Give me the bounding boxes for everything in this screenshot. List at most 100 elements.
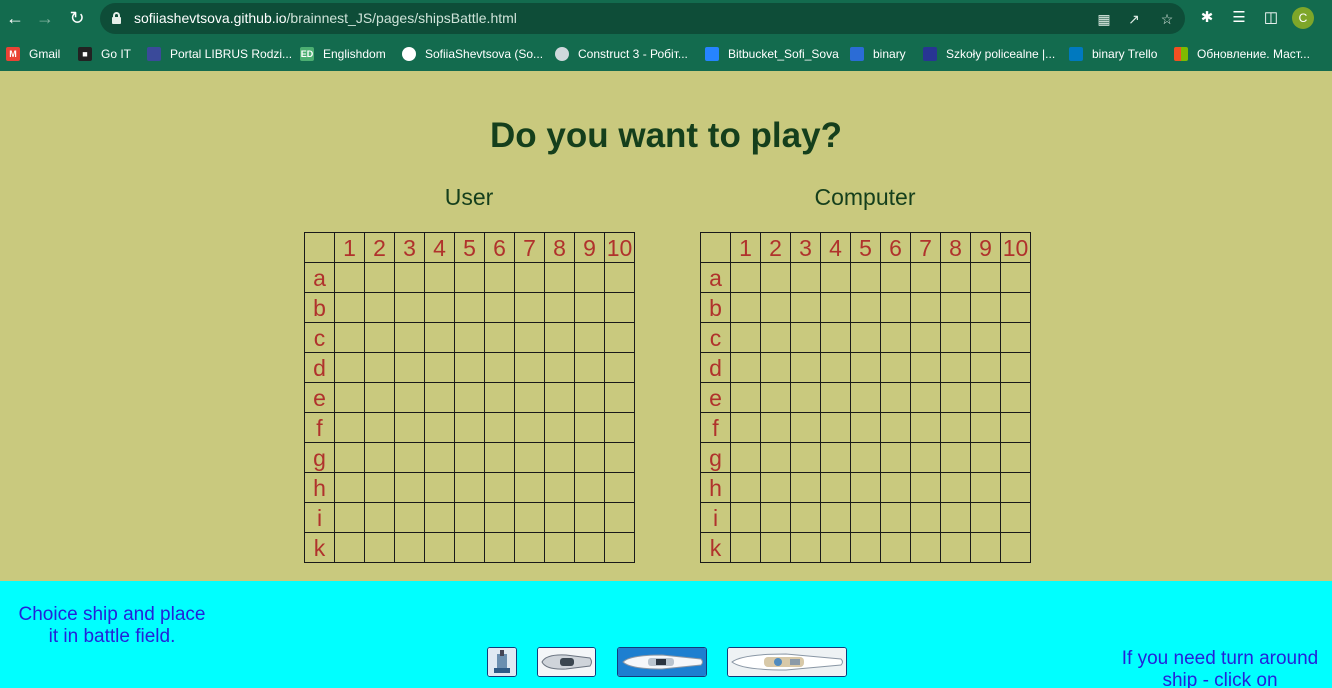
user-grid-cell[interactable] bbox=[364, 442, 395, 473]
computer-grid-cell[interactable] bbox=[970, 412, 1001, 443]
computer-grid-cell[interactable] bbox=[760, 472, 791, 503]
user-grid-cell[interactable] bbox=[454, 322, 485, 353]
computer-grid-cell[interactable] bbox=[760, 532, 791, 563]
user-grid-cell[interactable] bbox=[514, 412, 545, 443]
computer-grid-cell[interactable] bbox=[910, 292, 941, 323]
user-grid-cell[interactable] bbox=[514, 322, 545, 353]
user-grid-cell[interactable] bbox=[514, 502, 545, 533]
user-grid-cell[interactable] bbox=[604, 412, 635, 443]
user-grid-cell[interactable] bbox=[394, 322, 425, 353]
user-grid-cell[interactable] bbox=[394, 502, 425, 533]
bookmark-librus[interactable]: Portal LIBRUS Rodzi... bbox=[147, 45, 292, 63]
user-grid-cell[interactable] bbox=[484, 262, 515, 293]
user-grid-cell[interactable] bbox=[484, 442, 515, 473]
computer-grid-cell[interactable] bbox=[940, 322, 971, 353]
computer-grid-cell[interactable] bbox=[820, 412, 851, 443]
user-grid-cell[interactable] bbox=[454, 502, 485, 533]
user-grid-cell[interactable] bbox=[334, 322, 365, 353]
computer-grid-cell[interactable] bbox=[910, 442, 941, 473]
computer-grid-cell[interactable] bbox=[730, 532, 761, 563]
computer-grid-cell[interactable] bbox=[820, 532, 851, 563]
user-grid-cell[interactable] bbox=[334, 442, 365, 473]
computer-grid-cell[interactable] bbox=[880, 442, 911, 473]
user-grid-cell[interactable] bbox=[364, 532, 395, 563]
bookmark-school[interactable]: Szkoły policealne |... bbox=[923, 45, 1055, 63]
user-grid-cell[interactable] bbox=[574, 262, 605, 293]
computer-grid-cell[interactable] bbox=[1000, 322, 1031, 353]
computer-grid-cell[interactable] bbox=[1000, 352, 1031, 383]
user-grid-cell[interactable] bbox=[394, 382, 425, 413]
computer-grid-cell[interactable] bbox=[940, 442, 971, 473]
computer-grid-cell[interactable] bbox=[850, 532, 881, 563]
computer-grid-cell[interactable] bbox=[820, 262, 851, 293]
computer-grid-cell[interactable] bbox=[1000, 412, 1031, 443]
user-grid-cell[interactable] bbox=[334, 292, 365, 323]
user-grid-cell[interactable] bbox=[334, 532, 365, 563]
computer-grid-cell[interactable] bbox=[850, 262, 881, 293]
computer-grid-cell[interactable] bbox=[850, 322, 881, 353]
computer-grid-cell[interactable] bbox=[730, 352, 761, 383]
computer-grid-cell[interactable] bbox=[910, 352, 941, 383]
computer-grid-cell[interactable] bbox=[730, 502, 761, 533]
user-grid-cell[interactable] bbox=[574, 292, 605, 323]
user-grid-cell[interactable] bbox=[544, 382, 575, 413]
share-icon[interactable]: ↗ bbox=[1124, 9, 1144, 29]
user-grid-cell[interactable] bbox=[364, 292, 395, 323]
computer-grid-cell[interactable] bbox=[850, 442, 881, 473]
computer-grid-cell[interactable] bbox=[760, 442, 791, 473]
computer-grid-cell[interactable] bbox=[940, 292, 971, 323]
user-grid-cell[interactable] bbox=[424, 502, 455, 533]
computer-grid-cell[interactable] bbox=[910, 262, 941, 293]
user-grid-cell[interactable] bbox=[484, 352, 515, 383]
computer-grid-cell[interactable] bbox=[880, 502, 911, 533]
user-grid-cell[interactable] bbox=[454, 292, 485, 323]
user-grid-cell[interactable] bbox=[454, 532, 485, 563]
user-grid-cell[interactable] bbox=[514, 382, 545, 413]
user-grid-cell[interactable] bbox=[334, 382, 365, 413]
back-arrow-icon[interactable]: ← bbox=[3, 6, 27, 30]
user-grid-cell[interactable] bbox=[604, 442, 635, 473]
computer-grid-cell[interactable] bbox=[1000, 382, 1031, 413]
computer-grid-cell[interactable] bbox=[940, 382, 971, 413]
bookmark-windows[interactable]: Обновление. Маст... bbox=[1174, 45, 1310, 63]
user-grid-cell[interactable] bbox=[484, 292, 515, 323]
computer-grid-cell[interactable] bbox=[1000, 442, 1031, 473]
user-grid-cell[interactable] bbox=[604, 292, 635, 323]
user-grid-cell[interactable] bbox=[484, 382, 515, 413]
user-grid-cell[interactable] bbox=[574, 412, 605, 443]
computer-grid-cell[interactable] bbox=[850, 472, 881, 503]
computer-grid-cell[interactable] bbox=[760, 382, 791, 413]
user-grid-cell[interactable] bbox=[424, 352, 455, 383]
computer-grid-cell[interactable] bbox=[880, 352, 911, 383]
computer-grid-cell[interactable] bbox=[1000, 502, 1031, 533]
computer-grid-cell[interactable] bbox=[880, 322, 911, 353]
computer-grid-cell[interactable] bbox=[1000, 532, 1031, 563]
computer-grid-cell[interactable] bbox=[820, 292, 851, 323]
computer-grid-cell[interactable] bbox=[790, 472, 821, 503]
computer-grid-cell[interactable] bbox=[760, 352, 791, 383]
user-grid-cell[interactable] bbox=[514, 472, 545, 503]
user-grid-cell[interactable] bbox=[544, 322, 575, 353]
user-grid-cell[interactable] bbox=[394, 532, 425, 563]
computer-grid-cell[interactable] bbox=[760, 262, 791, 293]
user-grid-cell[interactable] bbox=[574, 352, 605, 383]
user-grid-cell[interactable] bbox=[394, 412, 425, 443]
computer-grid-cell[interactable] bbox=[910, 532, 941, 563]
user-grid-cell[interactable] bbox=[334, 502, 365, 533]
computer-grid-cell[interactable] bbox=[850, 382, 881, 413]
bookmark-trello[interactable]: binary Trello bbox=[1069, 45, 1157, 63]
user-grid-cell[interactable] bbox=[424, 322, 455, 353]
bookmark-goit[interactable]: ■ Go IT bbox=[78, 45, 131, 63]
user-grid-cell[interactable] bbox=[364, 322, 395, 353]
computer-grid-cell[interactable] bbox=[940, 532, 971, 563]
computer-grid-cell[interactable] bbox=[910, 322, 941, 353]
computer-grid-cell[interactable] bbox=[940, 502, 971, 533]
computer-grid-cell[interactable] bbox=[760, 502, 791, 533]
user-grid-cell[interactable] bbox=[364, 502, 395, 533]
user-grid-cell[interactable] bbox=[424, 532, 455, 563]
computer-grid-cell[interactable] bbox=[940, 412, 971, 443]
computer-grid-cell[interactable] bbox=[760, 412, 791, 443]
user-grid-cell[interactable] bbox=[574, 322, 605, 353]
bookmark-binary[interactable]: binary bbox=[850, 45, 906, 63]
computer-grid-cell[interactable] bbox=[880, 532, 911, 563]
